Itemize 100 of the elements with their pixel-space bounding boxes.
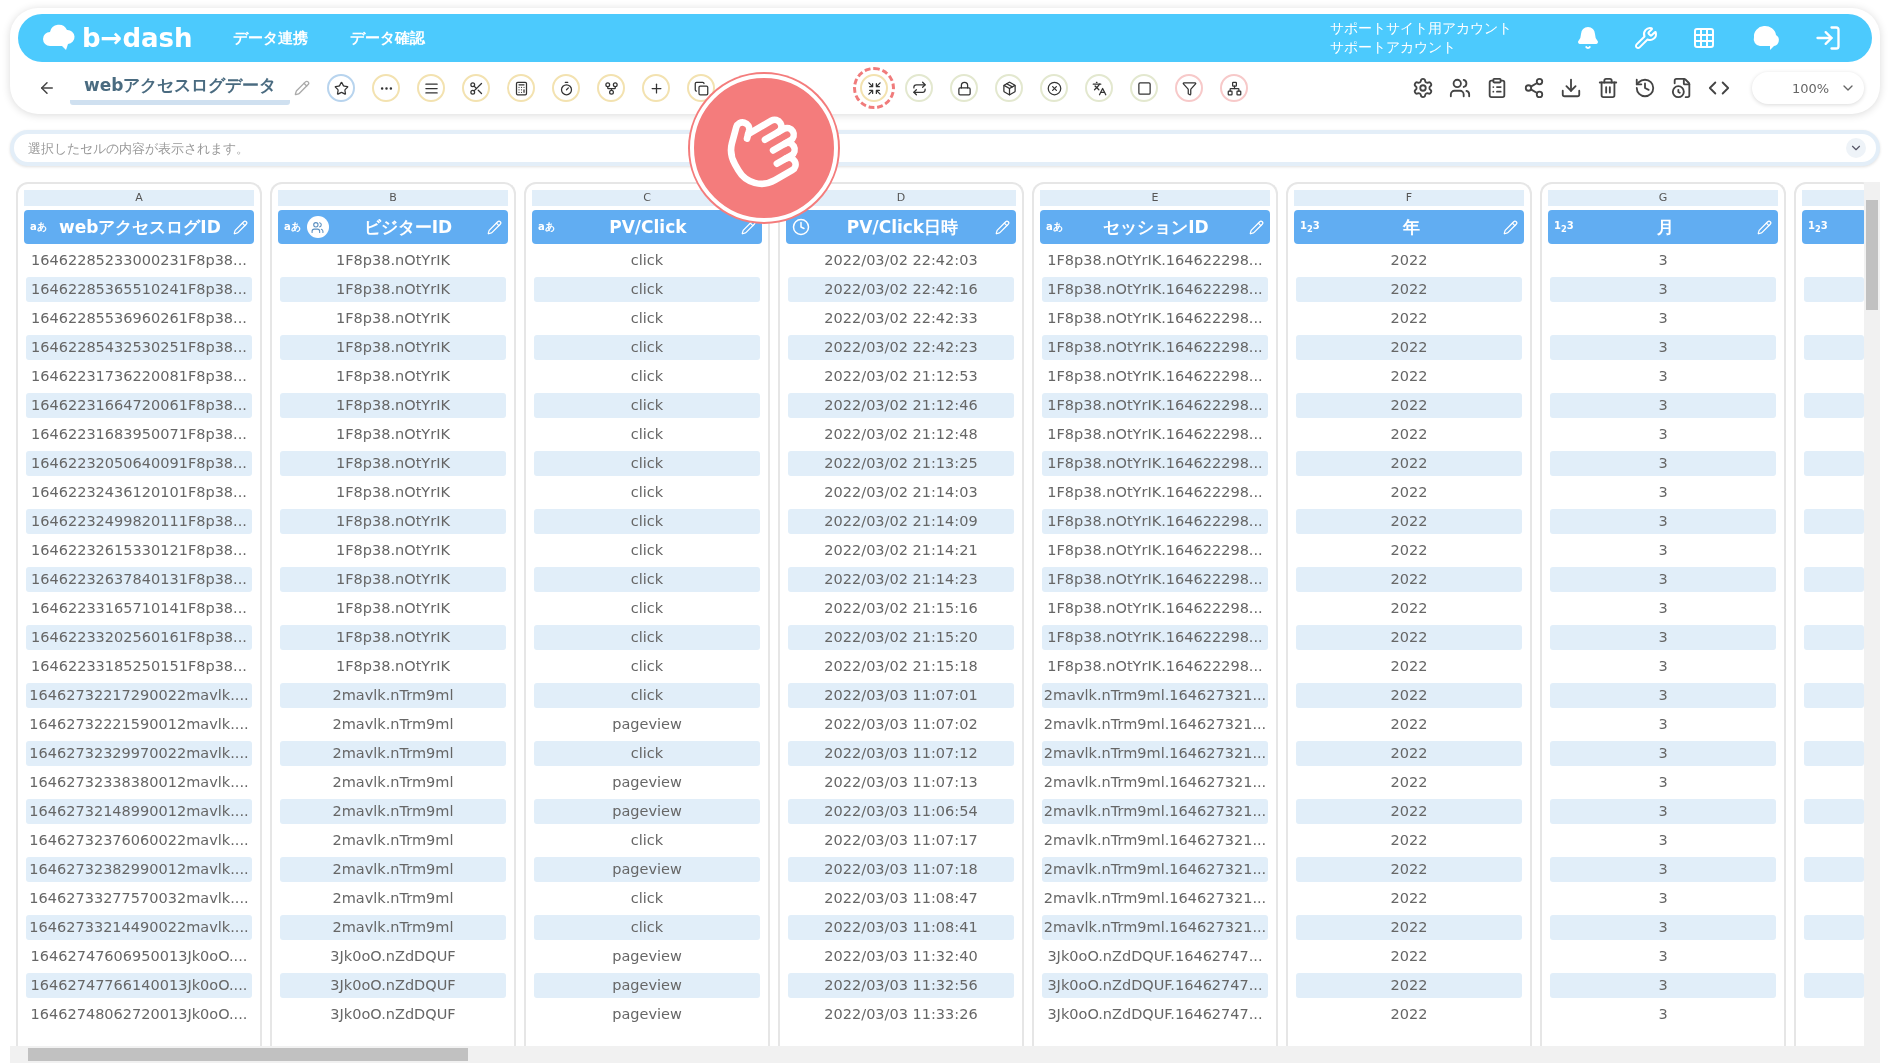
column-header[interactable]: aあ セッションID	[1040, 210, 1270, 244]
table-cell-text: 3	[1657, 309, 1669, 328]
table-cell: 2mavlk.nTrm9ml	[280, 683, 506, 708]
table-cell: 2022	[1296, 335, 1522, 360]
table-cell: 2022/03/02 22:42:16	[788, 277, 1014, 302]
table-cell-text: 16462732221590012mavlk....	[28, 715, 250, 734]
table-cell-text: 3	[1657, 657, 1669, 676]
column-header[interactable]: aあ webアクセスログID	[24, 210, 254, 244]
column-header[interactable]: aあ ビジターID	[278, 210, 508, 244]
table-cell: 2022/03/03 11:32:56	[788, 973, 1014, 998]
table-cell: 2mavlk.nTrm9ml	[280, 857, 506, 882]
lines-icon[interactable]	[417, 74, 446, 102]
network-icon[interactable]	[1220, 74, 1249, 102]
table-cell-text: 2022/03/02 22:42:03	[823, 251, 979, 270]
cell-background	[1804, 625, 1864, 650]
table-cell-text: 2022	[1389, 541, 1429, 560]
logo[interactable]: b→dash	[42, 23, 193, 53]
table-cell-text: click	[629, 367, 665, 386]
column-header[interactable]: 1$_{2}$3	[1802, 210, 1864, 244]
download-icon[interactable]	[1560, 77, 1582, 99]
stopwatch-icon	[792, 218, 810, 236]
table-cell: click	[534, 567, 760, 592]
file-icon[interactable]	[1671, 77, 1693, 99]
fork-icon[interactable]	[597, 74, 626, 102]
calculator-icon[interactable]	[507, 74, 536, 102]
table-cell-text: 3	[1657, 541, 1669, 560]
type-label: aあ	[538, 220, 555, 234]
column-letter[interactable]: G	[1548, 190, 1778, 206]
table-cell: 3	[1550, 567, 1776, 592]
table-cell-text: 16462747606950013Jk0oO....	[29, 947, 249, 966]
table-cell: 2022/03/02 21:14:09	[788, 509, 1014, 534]
table-cell-text: pageview	[611, 773, 683, 792]
filter-icon[interactable]	[1175, 74, 1204, 102]
table-cell-text: click	[629, 599, 665, 618]
column-letter[interactable]: F	[1294, 190, 1524, 206]
stopwatch-icon[interactable]	[552, 74, 581, 102]
table-cell: 2022/03/03 11:08:41	[788, 915, 1014, 940]
table-cell: 16462232637840131F8p38...	[26, 567, 252, 592]
cell-background	[1804, 973, 1864, 998]
table-cell: 2022	[1296, 451, 1522, 476]
table-cell-text: 2022/03/03 11:08:47	[823, 889, 979, 908]
cell-background	[1804, 335, 1864, 360]
translate-icon[interactable]	[1085, 74, 1114, 102]
table-cell-text: click	[629, 657, 665, 676]
plus-icon[interactable]	[642, 74, 671, 102]
formula-input-field[interactable]: 選択したセルの内容が表示されます。	[10, 130, 1880, 166]
table-cell-text: 2022	[1389, 773, 1429, 792]
x-circle-icon[interactable]	[1040, 74, 1069, 102]
repeat-icon[interactable]	[905, 74, 934, 102]
table-cell-text: 16462233185250151F8p38...	[30, 657, 248, 676]
nav-link[interactable]: データ連携	[232, 28, 308, 48]
table-cell: 1F8p38.nOtYrIK	[280, 335, 506, 360]
table-cell: 2mavlk.nTrm9ml	[280, 741, 506, 766]
table-cell: 1F8p38.nOtYrIK	[280, 451, 506, 476]
box-icon[interactable]	[995, 74, 1024, 102]
column-header[interactable]: 1$_{2}$3 月	[1548, 210, 1778, 244]
table-cell-text: 2mavlk.nTrm9ml.164627321...	[1042, 715, 1268, 734]
table-cell-text: 1F8p38.nOtYrIK	[335, 309, 451, 328]
table-cell: 2022	[1296, 683, 1522, 708]
zoom-select[interactable]: 100%	[1752, 72, 1864, 104]
table-cell-text: 3	[1657, 599, 1669, 618]
horizontal-scrollbar[interactable]	[10, 1046, 1880, 1063]
table-cell: 1F8p38.nOtYrIK	[280, 625, 506, 650]
table-cell-text: 3	[1657, 367, 1669, 386]
column-header[interactable]: aあ PV/Click	[532, 210, 762, 244]
column-letter[interactable]: E	[1040, 190, 1270, 206]
vertical-scrollbar[interactable]	[1864, 182, 1880, 1046]
table-cell: click	[534, 277, 760, 302]
table-cell-text: 2022/03/03 11:33:26	[823, 1005, 979, 1024]
table-cell-text: 3Jk0oO.nZdDQUF.16462747...	[1046, 1005, 1264, 1024]
column-header[interactable]: 1$_{2}$3 年	[1294, 210, 1524, 244]
table-cell-text: 2022	[1389, 425, 1429, 444]
history-icon[interactable]	[1634, 77, 1656, 99]
share-icon[interactable]	[1523, 77, 1545, 99]
users-icon[interactable]	[1449, 77, 1471, 99]
table-cell-text: 2022/03/02 21:14:21	[823, 541, 979, 560]
table-cell: pageview	[534, 799, 760, 824]
column-header[interactable]: PV/Click日時	[786, 210, 1016, 244]
scissors-icon[interactable]	[462, 74, 491, 102]
settings-icon[interactable]	[1412, 77, 1434, 99]
nav-link[interactable]: データ確認	[349, 28, 425, 48]
table-cell-text: 2022/03/03 11:07:13	[823, 773, 979, 792]
table-cell: 2022	[1296, 915, 1522, 940]
dots-icon[interactable]	[372, 74, 401, 102]
lock-icon[interactable]	[950, 74, 979, 102]
table-cell: 3	[1550, 277, 1776, 302]
table-cell-text: 2022	[1389, 1005, 1429, 1024]
back-icon[interactable]	[38, 79, 56, 97]
table-cell-text: 2022/03/02 21:12:53	[823, 367, 979, 386]
clipboard-icon[interactable]	[1486, 77, 1508, 99]
trash-icon[interactable]	[1597, 77, 1619, 99]
table-cell: 3	[1550, 915, 1776, 940]
table-cell-text: 1F8p38.nOtYrIK	[335, 367, 451, 386]
sheet-title[interactable]: webアクセスログデータ	[70, 71, 291, 105]
column-letter[interactable]: A	[24, 190, 254, 206]
table-cell: 2022/03/02 22:42:23	[788, 335, 1014, 360]
type-label: 1$_{2}$3	[1554, 220, 1574, 234]
copy-icon[interactable]	[687, 74, 716, 102]
column-letter[interactable]: B	[278, 190, 508, 206]
table-cell-text: 16462231683950071F8p38...	[30, 425, 248, 444]
